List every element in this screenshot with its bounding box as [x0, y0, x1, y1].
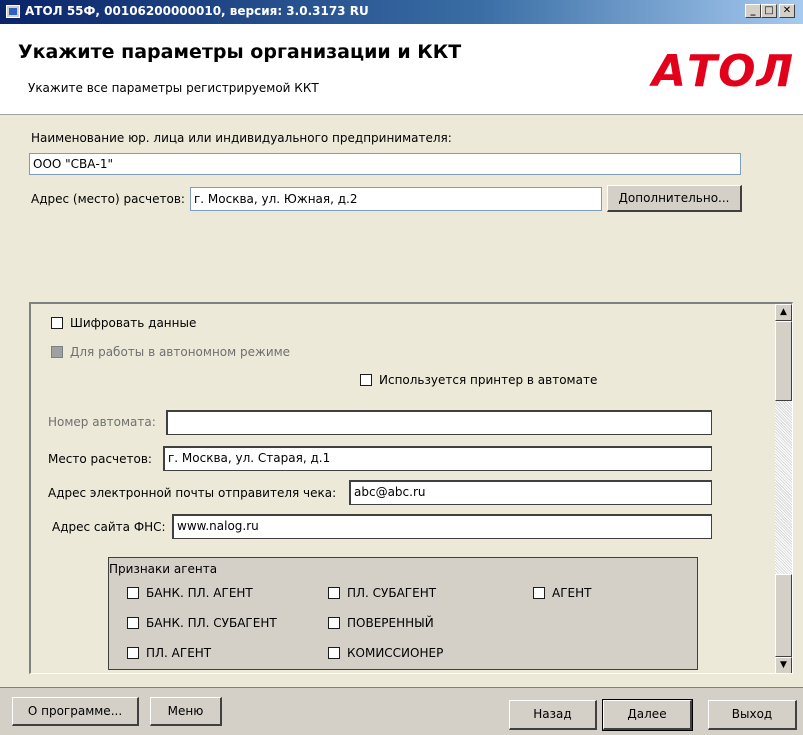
main-window: АТОЛ 55Ф, 00106200000010, версия: 3.0.31…	[0, 0, 803, 735]
agent-group-title: Признаки агента	[109, 562, 218, 576]
address-label: Адрес (место) расчетов:	[31, 192, 185, 206]
fns-label: Адрес сайта ФНС:	[52, 520, 166, 534]
checkbox-box[interactable]	[328, 617, 340, 629]
agent-checkbox-commissioner[interactable]: КОМИССИОНЕР	[328, 646, 443, 660]
agent-label: ПЛ. СУБАГЕНТ	[347, 586, 437, 600]
minimize-button[interactable]: _	[745, 4, 761, 18]
agent-checkbox-attorney[interactable]: ПОВЕРЕННЫЙ	[328, 616, 434, 630]
place-label: Место расчетов:	[48, 452, 152, 466]
exit-button[interactable]: Выход	[708, 700, 797, 730]
machine-number-label: Номер автомата:	[48, 415, 156, 429]
checkbox-box[interactable]	[533, 587, 545, 599]
checkbox-box[interactable]	[127, 617, 139, 629]
vertical-scrollbar[interactable]: ▲ ▼	[775, 304, 792, 673]
checkbox-box[interactable]	[51, 317, 63, 329]
title-bar[interactable]: АТОЛ 55Ф, 00106200000010, версия: 3.0.31…	[0, 0, 803, 24]
close-button[interactable]: ✕	[779, 4, 795, 18]
wizard-header: Укажите параметры организации и ККТ Укаж…	[0, 24, 803, 115]
close-icon: ✕	[782, 5, 792, 16]
window-title: АТОЛ 55Ф, 00106200000010, версия: 3.0.31…	[25, 4, 369, 18]
machine-number-input[interactable]	[166, 410, 712, 435]
place-input[interactable]: г. Москва, ул. Старая, д.1	[163, 446, 712, 471]
wizard-footer: О программе... Меню Назад Далее Выход	[0, 687, 803, 735]
email-label: Адрес электронной почты отправителя чека…	[48, 486, 337, 500]
encrypt-label: Шифровать данные	[70, 316, 197, 330]
agent-label: КОМИССИОНЕР	[347, 646, 444, 660]
checkbox-box[interactable]	[127, 647, 139, 659]
agent-checkbox-bank-agent[interactable]: БАНК. ПЛ. АГЕНТ	[127, 586, 253, 600]
minimize-icon: _	[750, 5, 756, 16]
agent-label: АГЕНТ	[552, 586, 592, 600]
page-subtitle: Укажите все параметры регистрируемой ККТ	[28, 81, 319, 95]
back-button[interactable]: Назад	[509, 700, 597, 730]
scroll-thumb[interactable]	[775, 321, 792, 401]
atol-logo: АТОЛ	[652, 46, 795, 97]
agent-label: ПЛ. АГЕНТ	[146, 646, 212, 660]
menu-button[interactable]: Меню	[150, 697, 222, 726]
content-area: Наименование юр. лица или индивидуальног…	[0, 115, 803, 687]
maximize-button[interactable]: □	[761, 4, 777, 18]
settings-panel[interactable]: Шифровать данные Для работы в автономном…	[29, 302, 793, 674]
agent-label: БАНК. ПЛ. АГЕНТ	[146, 586, 253, 600]
agent-label: ПОВЕРЕННЫЙ	[347, 616, 434, 630]
checkbox-box[interactable]	[360, 374, 372, 386]
autonomous-label: Для работы в автономном режиме	[70, 345, 291, 359]
email-input[interactable]: abc@abc.ru	[349, 480, 712, 505]
checkbox-box[interactable]	[328, 587, 340, 599]
more-button[interactable]: Дополнительно...	[607, 185, 742, 212]
scroll-down-button[interactable]: ▼	[775, 657, 792, 673]
fns-input[interactable]: www.nalog.ru	[172, 514, 712, 539]
agent-group: Признаки агента БАНК. ПЛ. АГЕНТ ПЛ. СУБА…	[108, 557, 698, 670]
agent-checkbox-bank-subagent[interactable]: БАНК. ПЛ. СУБАГЕНТ	[127, 616, 277, 630]
org-name-input[interactable]: ООО "СВА-1"	[29, 153, 741, 175]
agent-label: БАНК. ПЛ. СУБАГЕНТ	[146, 616, 277, 630]
agent-checkbox-payment-agent[interactable]: ПЛ. АГЕНТ	[127, 646, 211, 660]
address-input[interactable]: г. Москва, ул. Южная, д.2	[190, 187, 602, 211]
encrypt-checkbox[interactable]: Шифровать данные	[51, 316, 196, 330]
checkbox-box[interactable]	[328, 647, 340, 659]
checkbox-box[interactable]	[127, 587, 139, 599]
autonomous-checkbox: Для работы в автономном режиме	[51, 345, 290, 359]
scroll-up-button[interactable]: ▲	[775, 304, 792, 321]
agent-checkbox-subagent[interactable]: ПЛ. СУБАГЕНТ	[328, 586, 436, 600]
printer-checkbox[interactable]: Используется принтер в автомате	[360, 373, 597, 387]
printer-label: Используется принтер в автомате	[379, 373, 598, 387]
checkbox-box	[51, 346, 63, 358]
scroll-track-segment[interactable]	[775, 574, 792, 657]
page-title: Укажите параметры организации и ККТ	[18, 41, 462, 63]
next-button[interactable]: Далее	[602, 699, 693, 731]
agent-checkbox-agent[interactable]: АГЕНТ	[533, 586, 591, 600]
app-icon[interactable]	[6, 5, 20, 18]
maximize-icon: □	[764, 5, 774, 16]
org-name-label: Наименование юр. лица или индивидуальног…	[31, 131, 452, 145]
about-button[interactable]: О программе...	[12, 697, 139, 726]
